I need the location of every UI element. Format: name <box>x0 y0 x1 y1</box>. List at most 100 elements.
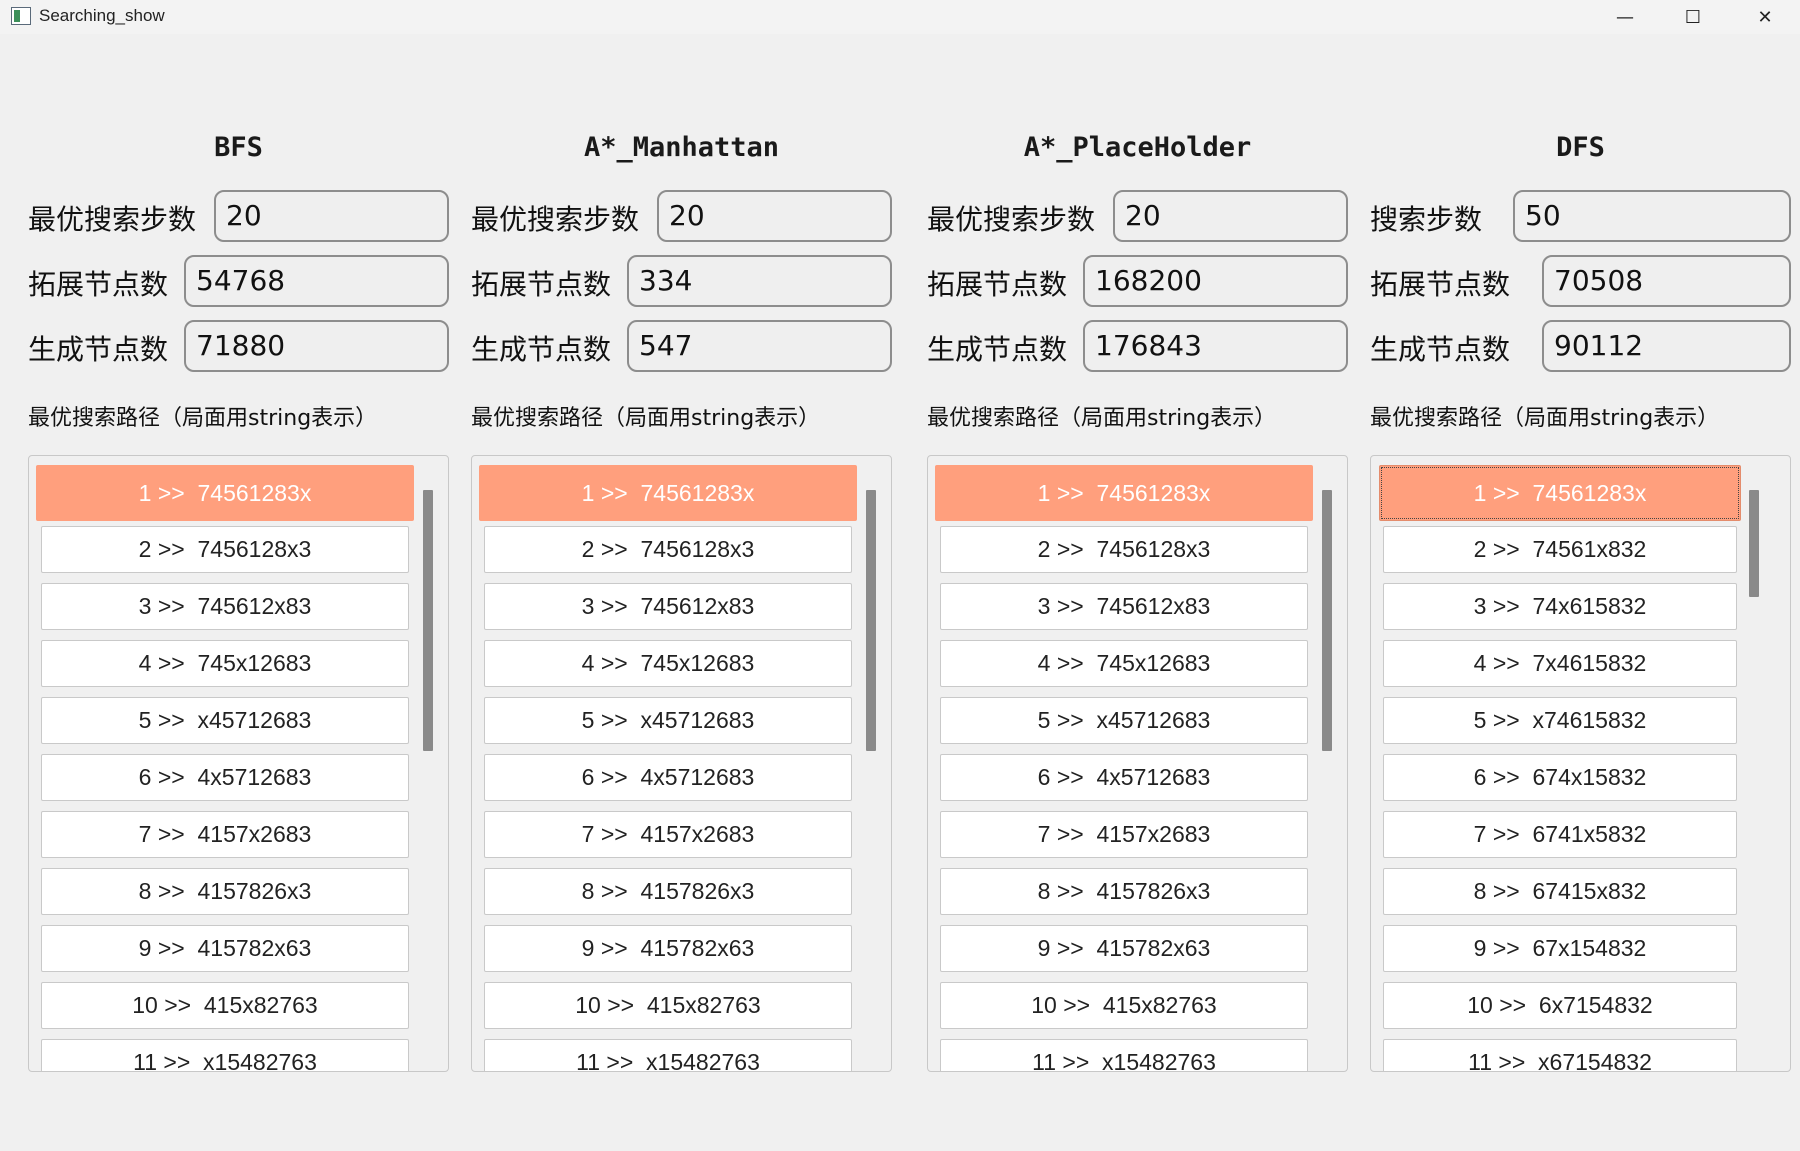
list-item[interactable]: 1 >> 74561283x <box>1379 465 1741 521</box>
generated-field[interactable]: 90112 <box>1542 320 1791 372</box>
list-item[interactable]: 6 >> 4x5712683 <box>41 754 409 801</box>
close-button[interactable]: ✕ <box>1730 0 1800 34</box>
list-item[interactable]: 2 >> 74561x832 <box>1383 526 1737 573</box>
generated-label: 生成节点数 <box>471 333 612 366</box>
steps-row: 最优搜索步数 20 <box>28 190 449 246</box>
title-bar: Searching_show — ☐ ✕ <box>0 0 1800 34</box>
path-caption: 最优搜索路径（局面用string表示） <box>1370 406 1720 431</box>
algorithm-title: DFS <box>1556 132 1605 163</box>
list-item[interactable]: 4 >> 7x4615832 <box>1383 640 1737 687</box>
list-item[interactable]: 3 >> 745612x83 <box>484 583 852 630</box>
list-item[interactable]: 5 >> x45712683 <box>940 697 1308 744</box>
list-item[interactable]: 4 >> 745x12683 <box>484 640 852 687</box>
expanded-field[interactable]: 334 <box>627 255 892 307</box>
close-icon: ✕ <box>1757 6 1773 28</box>
maximize-button[interactable]: ☐ <box>1658 0 1728 34</box>
expanded-row: 拓展节点数 54768 <box>28 255 449 311</box>
list-item[interactable]: 10 >> 415x82763 <box>41 982 409 1029</box>
path-list[interactable]: 1 >> 74561283x 2 >> 74561x832 3 >> 74x61… <box>1370 455 1791 1072</box>
list-item[interactable]: 11 >> x15482763 <box>484 1039 852 1071</box>
list-item[interactable]: 1 >> 74561283x <box>935 465 1313 521</box>
steps-field[interactable]: 20 <box>1113 190 1348 242</box>
steps-row: 最优搜索步数 20 <box>927 190 1348 246</box>
path-list[interactable]: 1 >> 74561283x 2 >> 7456128x3 3 >> 74561… <box>927 455 1348 1072</box>
list-item[interactable]: 2 >> 7456128x3 <box>484 526 852 573</box>
list-item[interactable]: 6 >> 674x15832 <box>1383 754 1737 801</box>
steps-field[interactable]: 20 <box>657 190 892 242</box>
steps-row: 搜索步数 50 <box>1370 190 1791 246</box>
generated-label: 生成节点数 <box>28 333 169 366</box>
algorithm-title: A*_Manhattan <box>583 132 780 163</box>
list-item[interactable]: 7 >> 4157x2683 <box>940 811 1308 858</box>
generated-label: 生成节点数 <box>927 333 1068 366</box>
list-item[interactable]: 7 >> 4157x2683 <box>41 811 409 858</box>
expanded-row: 拓展节点数 70508 <box>1370 255 1791 311</box>
steps-field[interactable]: 50 <box>1513 190 1791 242</box>
expanded-row: 拓展节点数 334 <box>471 255 892 311</box>
list-item[interactable]: 5 >> x74615832 <box>1383 697 1737 744</box>
algorithm-title: A*_PlaceHolder <box>1023 132 1252 163</box>
expanded-label: 拓展节点数 <box>471 268 612 301</box>
list-item[interactable]: 9 >> 67x154832 <box>1383 925 1737 972</box>
path-list[interactable]: 1 >> 74561283x 2 >> 7456128x3 3 >> 74561… <box>471 455 892 1072</box>
list-item[interactable]: 7 >> 4157x2683 <box>484 811 852 858</box>
list-item[interactable]: 9 >> 415782x63 <box>484 925 852 972</box>
expanded-label: 拓展节点数 <box>1370 268 1511 301</box>
app-icon <box>11 7 31 25</box>
list-item[interactable]: 6 >> 4x5712683 <box>940 754 1308 801</box>
list-item[interactable]: 3 >> 74x615832 <box>1383 583 1737 630</box>
generated-field[interactable]: 547 <box>627 320 892 372</box>
list-item[interactable]: 9 >> 415782x63 <box>41 925 409 972</box>
expanded-field[interactable]: 70508 <box>1542 255 1791 307</box>
expanded-field[interactable]: 168200 <box>1083 255 1348 307</box>
list-item[interactable]: 4 >> 745x12683 <box>940 640 1308 687</box>
list-item[interactable]: 3 >> 745612x83 <box>41 583 409 630</box>
list-item[interactable]: 2 >> 7456128x3 <box>940 526 1308 573</box>
list-item[interactable]: 10 >> 415x82763 <box>940 982 1308 1029</box>
generated-row: 生成节点数 90112 <box>1370 320 1791 376</box>
generated-row: 生成节点数 176843 <box>927 320 1348 376</box>
list-item[interactable]: 1 >> 74561283x <box>479 465 857 521</box>
list-item[interactable]: 8 >> 4157826x3 <box>484 868 852 915</box>
path-caption: 最优搜索路径（局面用string表示） <box>28 406 378 431</box>
generated-row: 生成节点数 71880 <box>28 320 449 376</box>
list-item[interactable]: 2 >> 7456128x3 <box>41 526 409 573</box>
list-item[interactable]: 8 >> 67415x832 <box>1383 868 1737 915</box>
window-title: Searching_show <box>39 6 165 25</box>
list-item[interactable]: 3 >> 745612x83 <box>940 583 1308 630</box>
generated-label: 生成节点数 <box>1370 333 1511 366</box>
list-item[interactable]: 1 >> 74561283x <box>36 465 414 521</box>
scrollbar-thumb[interactable] <box>423 490 433 751</box>
steps-label: 搜索步数 <box>1370 203 1483 236</box>
generated-field[interactable]: 176843 <box>1083 320 1348 372</box>
steps-field[interactable]: 20 <box>214 190 449 242</box>
path-caption: 最优搜索路径（局面用string表示） <box>471 406 821 431</box>
scrollbar-thumb[interactable] <box>1749 490 1759 597</box>
list-item[interactable]: 10 >> 6x7154832 <box>1383 982 1737 1029</box>
expanded-label: 拓展节点数 <box>927 268 1068 301</box>
generated-row: 生成节点数 547 <box>471 320 892 376</box>
list-item[interactable]: 11 >> x15482763 <box>940 1039 1308 1071</box>
steps-label: 最优搜索步数 <box>28 203 197 236</box>
list-item[interactable]: 4 >> 745x12683 <box>41 640 409 687</box>
minimize-button[interactable]: — <box>1590 0 1660 34</box>
algorithm-title: BFS <box>214 132 263 163</box>
scrollbar-thumb[interactable] <box>1322 490 1332 751</box>
list-item[interactable]: 7 >> 6741x5832 <box>1383 811 1737 858</box>
list-item[interactable]: 8 >> 4157826x3 <box>940 868 1308 915</box>
generated-field[interactable]: 71880 <box>184 320 449 372</box>
expanded-field[interactable]: 54768 <box>184 255 449 307</box>
list-item[interactable]: 6 >> 4x5712683 <box>484 754 852 801</box>
list-item[interactable]: 11 >> x67154832 <box>1383 1039 1737 1071</box>
minimize-icon: — <box>1616 6 1634 28</box>
scrollbar-thumb[interactable] <box>866 490 876 751</box>
list-item[interactable]: 5 >> x45712683 <box>484 697 852 744</box>
path-list[interactable]: 1 >> 74561283x 2 >> 7456128x3 3 >> 74561… <box>28 455 449 1072</box>
list-item[interactable]: 8 >> 4157826x3 <box>41 868 409 915</box>
steps-label: 最优搜索步数 <box>471 203 640 236</box>
list-item[interactable]: 11 >> x15482763 <box>41 1039 409 1071</box>
list-item[interactable]: 9 >> 415782x63 <box>940 925 1308 972</box>
list-item[interactable]: 10 >> 415x82763 <box>484 982 852 1029</box>
list-item[interactable]: 5 >> x45712683 <box>41 697 409 744</box>
path-caption: 最优搜索路径（局面用string表示） <box>927 406 1277 431</box>
